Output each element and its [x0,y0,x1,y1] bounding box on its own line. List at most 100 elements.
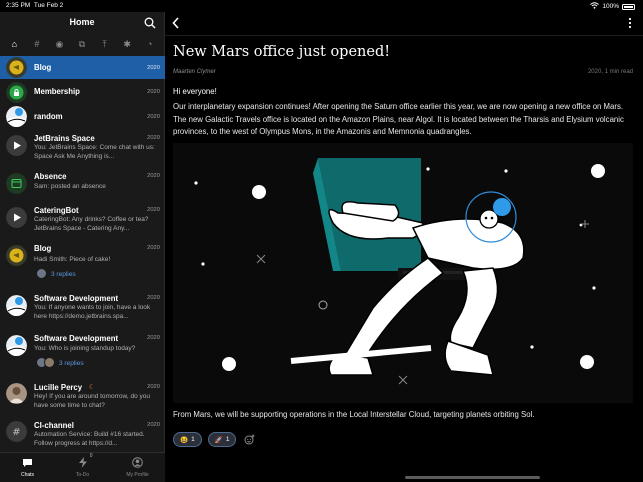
channel-name: Absence [34,172,67,181]
reply-avatars [36,357,55,370]
channel-date: 2020 [147,89,160,95]
sidebar-header: Home [0,12,164,34]
person-icon[interactable]: ◉ [53,38,65,50]
thread-replies[interactable]: 3 replies [36,357,84,370]
article-paragraph: Our interplanetary expansion continues! … [173,102,624,136]
tab-label: My Profile [126,472,149,478]
upload-icon[interactable]: ⤒ [99,38,111,50]
channel-date: 2020 [147,173,160,179]
channel-avatar [6,82,27,103]
article-view: New Mars office just opened! Maarten Cly… [165,12,643,482]
channel-avatar [6,135,27,156]
reaction-chip[interactable]: 🚀 1 [207,432,237,447]
more-options-icon[interactable] [627,16,633,30]
article-author[interactable]: Maarten Clymer [173,69,216,75]
channel-name: CI-channel [34,421,74,430]
channel-item[interactable]: JetBrains Space 2020 You: JetBrains Space:… [0,130,165,165]
channel-name: Software Development [34,334,119,343]
chat-icon [22,458,33,470]
channel-item[interactable]: Lucille Percy ☾ 2020 Hey! If you are around… [0,378,165,413]
channel-preview: Sam: posted an absence [34,183,106,190]
channel-preview: Hey! If you are around tomorrow, do you … [34,393,150,409]
svg-text:#: # [12,427,20,438]
channel-name: Blog [34,63,52,72]
article-meta: 2020, 1 min read [587,69,633,75]
channel-item[interactable]: Membership 2020 [0,81,165,103]
channel-date: 2020 [147,384,160,390]
hash-icon[interactable]: # [31,38,43,50]
tab-my-profile[interactable]: My Profile [110,453,165,482]
home-indicator [405,476,540,479]
wifi-icon [590,2,600,11]
channel-avatar: # [6,421,27,442]
channel-name: CateringBot [34,206,79,215]
moon-icon: ☾ [89,384,96,391]
channel-date: 2020 [147,245,160,251]
channel-avatar [6,295,27,316]
channel-avatar [6,207,27,228]
channel-date: 2020 [147,207,160,213]
channel-avatar [6,383,27,404]
home-icon[interactable]: ⌂ [8,38,20,50]
channel-avatar [6,106,27,127]
channel-name: random [34,112,63,121]
replies-count: 3 replies [59,360,84,367]
article-greeting: Hi everyone! [173,87,217,96]
channel-date: 2020 [147,335,160,341]
channel-item[interactable]: Blog 2020 Hadi Smith: Piece of cake! 3 repl… [0,240,165,285]
channel-avatar [6,57,27,78]
profile-icon [132,457,143,470]
reaction-count: 1 [225,436,230,443]
tab-to-do[interactable]: 0 To-Do [55,453,110,482]
channel-name: Lucille Percy [34,383,83,392]
reaction-count: 1 [191,436,195,443]
status-bar: 2:35 PM Tue Feb 2 100% [0,0,643,12]
channel-name: Software Development [34,294,119,303]
tab-label: To-Do [75,472,90,478]
channel-name: JetBrains Space [34,134,95,143]
channel-preview: Hadi Smith: Piece of cake! [34,256,111,263]
channel-date: 2020 [147,422,160,428]
tab-label: Chats [20,471,35,478]
timer-icon[interactable]: ◔ [144,38,156,50]
channel-item[interactable]: Blog 2020 [0,56,165,79]
reactions-bar: 😆 1 🚀 1 [173,432,256,447]
channel-avatar [6,335,27,356]
sidebar: Home ⌂ # ◉ ⧉ ⤒ ✱ ◔ Blog 2020 Membership 2020 rando… [0,12,165,482]
search-icon[interactable] [144,16,156,29]
reaction-chip[interactable]: 😆 1 [173,432,202,447]
channel-name: Blog [34,244,52,253]
channel-item[interactable]: random 2020 [0,105,165,128]
copy-icon[interactable]: ⧉ [76,38,88,50]
bolt-icon: 0 [78,453,93,470]
channel-date: 2020 [147,295,160,301]
channel-item[interactable]: CateringBot 2020 CateringBot: Any drinks? … [0,202,165,235]
mars-illustration [173,143,633,403]
channel-item[interactable]: Software Development 2020 You: If anyone w… [0,290,165,324]
channel-date: 2020 [147,114,160,120]
replies-count: 3 replies [51,271,76,278]
reply-avatars [36,268,47,281]
channel-preview: You: If anyone wants to join, have a loo… [34,304,151,320]
channel-avatar [6,173,27,194]
add-reaction-icon[interactable] [242,433,256,447]
channel-name: Membership [34,87,80,96]
thread-replies[interactable]: 3 replies [36,268,76,281]
channel-preview: You: JetBrains Space: Come chat with us:… [34,144,155,160]
channel-preview: You: Who is joining standup today? [34,345,136,352]
channel-item[interactable]: # CI-channel 2020 Automation Service: Build… [0,416,165,452]
back-icon[interactable] [171,16,181,30]
tab-chats[interactable]: Chats [0,453,55,482]
reaction-emoji: 😆 [180,436,189,444]
battery-level: 100% [602,3,619,10]
channel-item[interactable]: Absence 2020 Sam: posted an absence [0,168,165,198]
battery-icon [622,3,635,10]
asterisk-icon[interactable]: ✱ [121,38,133,50]
channel-date: 2020 [147,135,160,141]
article-toolbar [165,12,643,36]
channel-item[interactable]: Software Development 2020 You: Who is join… [0,330,165,376]
tab-bar: Chats 0 To-Do My Profile [0,452,165,482]
todo-badge: 0 [89,453,93,459]
reaction-emoji: 🚀 [214,436,223,444]
article-title: New Mars office just opened! [173,44,391,60]
